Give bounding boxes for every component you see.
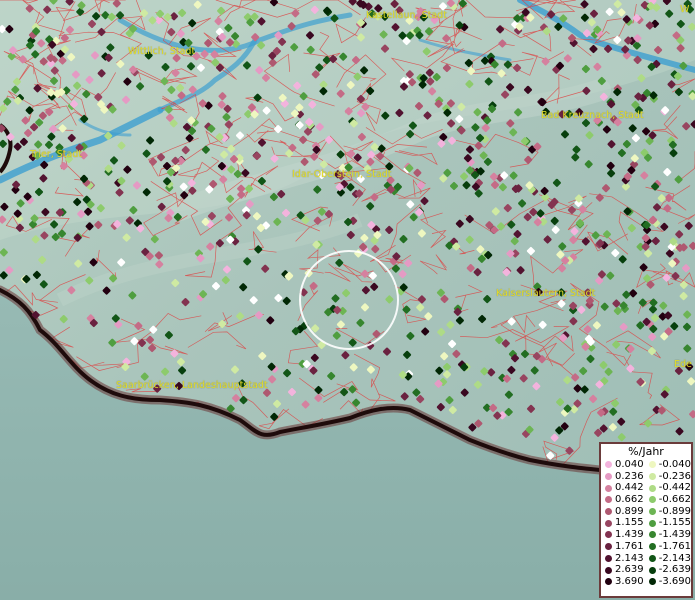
city-label-wittlich: Wittlich, Stadt	[128, 46, 196, 57]
legend-row: 0.442 -0.442	[601, 482, 691, 494]
legend-entry-positive: 0.899	[601, 506, 645, 518]
legend-value: 0.442	[615, 482, 644, 494]
legend-swatch-icon	[649, 554, 656, 562]
legend-row: 1.439 -1.439	[601, 529, 691, 541]
legend-value: -0.899	[658, 505, 691, 517]
legend-entry-positive: 0.662	[601, 494, 645, 506]
legend-entry-negative: -2.639	[645, 564, 691, 576]
legend-value: -0.442	[658, 482, 691, 494]
legend-swatch-icon	[649, 531, 656, 539]
legend-entry-negative: -0.662	[645, 494, 691, 506]
legend-value: -1.155	[658, 517, 691, 529]
legend-swatch-icon	[649, 508, 656, 516]
legend-entry-positive: 1.761	[601, 541, 645, 553]
legend-entry-negative: -1.439	[645, 529, 691, 541]
legend-swatch-icon	[605, 473, 612, 481]
legend-swatch-icon	[605, 543, 612, 551]
legend-value: -2.639	[658, 564, 691, 576]
legend-row: 2.143 -2.143	[601, 553, 691, 565]
legend-swatch-icon	[649, 484, 656, 492]
legend-entry-positive: 0.236	[601, 471, 645, 483]
legend: %/Jahr 0.040 -0.040 0.236 -0.236 0.442 -0.442…	[599, 442, 693, 598]
legend-swatch-icon	[605, 461, 612, 469]
legend-entry-positive: 0.442	[601, 482, 645, 494]
legend-entry-positive: 1.439	[601, 529, 645, 541]
legend-value: -1.761	[658, 540, 691, 552]
legend-row: 1.155 -1.155	[601, 517, 691, 529]
legend-row: 3.690 -3.690	[601, 576, 691, 588]
legend-value: 0.040	[615, 459, 644, 470]
legend-value: 1.761	[615, 540, 644, 552]
legend-swatch-icon	[649, 543, 656, 551]
legend-entry-negative: -1.761	[645, 541, 691, 553]
city-label-saarbruecken: Saarbrücken, Landeshauptstadt	[116, 380, 268, 391]
legend-swatch-icon	[649, 519, 656, 527]
legend-swatch-icon	[649, 496, 656, 504]
city-label-w: W	[680, 4, 690, 15]
legend-entry-negative: -1.155	[645, 517, 691, 529]
legend-value: 0.236	[615, 470, 644, 482]
legend-entry-positive: 2.639	[601, 564, 645, 576]
legend-row: 1.761 -1.761	[601, 541, 691, 553]
legend-title: %/Jahr	[628, 445, 664, 458]
legend-value: 1.155	[615, 517, 644, 529]
legend-value: 3.690	[615, 575, 644, 587]
legend-swatch-icon	[649, 461, 656, 469]
legend-row: 0.899 -0.899	[601, 506, 691, 518]
legend-swatch-icon	[605, 519, 612, 527]
legend-swatch-icon	[605, 531, 612, 539]
legend-value: 0.899	[615, 505, 644, 517]
legend-entry-negative: -0.899	[645, 506, 691, 518]
legend-rows: 0.040 -0.040 0.236 -0.236 0.442 -0.442 0.662 -0…	[601, 459, 691, 588]
legend-value: -1.439	[658, 529, 691, 541]
legend-row: 2.639 -2.639	[601, 564, 691, 576]
legend-row: 0.040 -0.040	[601, 459, 691, 471]
city-label-idar-oberstein: Idar-Oberstein, Stadt	[292, 169, 392, 180]
legend-value: 2.639	[615, 564, 644, 576]
legend-value: 2.143	[615, 552, 644, 564]
legend-swatch-icon	[649, 566, 656, 574]
legend-entry-negative: -0.236	[645, 471, 691, 483]
legend-entry-positive: 2.143	[601, 553, 645, 565]
legend-value: -0.040	[658, 459, 691, 470]
map-canvas[interactable]	[0, 0, 695, 600]
legend-value: 0.662	[615, 494, 644, 506]
legend-value: -0.662	[658, 494, 691, 506]
legend-swatch-icon	[605, 566, 612, 574]
legend-value: 1.439	[615, 529, 644, 541]
city-label-trier: Trier, Stadt	[30, 149, 83, 160]
legend-entry-positive: 3.690	[601, 576, 645, 588]
city-label-bad-kreuznach: Bad Kreuznach, Stadt	[541, 110, 644, 121]
legend-entry-negative: -3.690	[645, 576, 691, 588]
legend-swatch-icon	[605, 496, 612, 504]
legend-entry-positive: 0.040	[601, 459, 645, 471]
legend-value: -3.690	[658, 575, 691, 587]
legend-value: -0.236	[658, 470, 691, 482]
legend-row: 0.662 -0.662	[601, 494, 691, 506]
legend-swatch-icon	[605, 508, 612, 516]
city-label-kaiserslautern: Kaiserslautern, Stadt	[496, 288, 596, 299]
legend-entry-negative: -0.040	[645, 459, 691, 471]
legend-entry-positive: 1.155	[601, 517, 645, 529]
legend-entry-negative: -0.442	[645, 482, 691, 494]
legend-value: -2.143	[658, 552, 691, 564]
city-label-kastellaun: Kastellaun, Stadt	[366, 10, 447, 21]
legend-swatch-icon	[605, 554, 612, 562]
legend-swatch-icon	[605, 578, 612, 586]
legend-swatch-icon	[649, 578, 656, 586]
legend-entry-negative: -2.143	[645, 553, 691, 565]
legend-swatch-icon	[605, 484, 612, 492]
legend-swatch-icon	[649, 473, 656, 481]
legend-row: 0.236 -0.236	[601, 471, 691, 483]
city-label-ede: Ede	[674, 359, 692, 370]
